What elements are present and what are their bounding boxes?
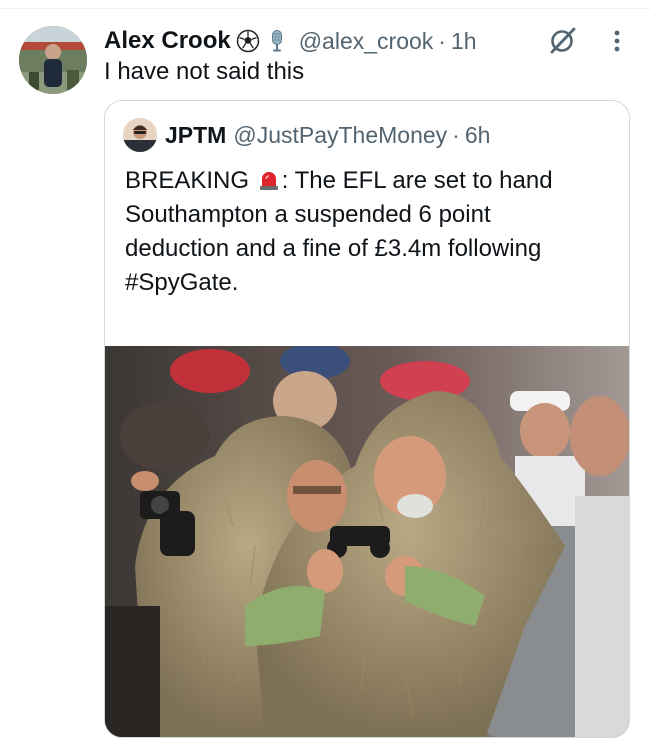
quoted-tweet-header: JPTM @JustPayTheMoney · 6h [123, 117, 490, 153]
tweet-header: Alex Crook @alex_crook · 1h [104, 24, 477, 58]
grok-icon[interactable] [548, 25, 578, 55]
author-name[interactable]: Alex Crook [104, 27, 231, 55]
quoted-tweet-photo[interactable] [105, 346, 629, 737]
quoted-text-line-3: deduction and a fine of £3.4m following [125, 235, 542, 262]
separator-dot: · [452, 121, 460, 148]
quoted-tweet-text: BREAKING : The EFL are set to hand South… [125, 164, 615, 300]
top-divider [0, 8, 651, 9]
avatar[interactable] [19, 26, 87, 94]
quoted-author-handle[interactable]: @JustPayTheMoney [233, 122, 447, 149]
quoted-text-line-4[interactable]: #SpyGate. [125, 266, 615, 300]
breaking-label: BREAKING [125, 167, 250, 194]
more-options-icon[interactable] [607, 28, 627, 54]
quoted-author-name[interactable]: JPTM [165, 122, 226, 149]
quoted-tweet-card[interactable]: JPTM @JustPayTheMoney · 6h BREAKING : Th… [104, 100, 630, 738]
timestamp[interactable]: 1h [451, 28, 477, 55]
photo-illustration [105, 346, 629, 737]
microphone-icon [265, 29, 289, 53]
author-handle[interactable]: @alex_crook [299, 28, 434, 55]
quoted-text-line-1: : The EFL are set to hand [281, 167, 553, 194]
tweet-text: I have not said this [104, 58, 305, 85]
quoted-avatar[interactable] [123, 118, 157, 152]
soccer-ball-icon [236, 29, 260, 53]
quoted-timestamp[interactable]: 6h [465, 122, 491, 149]
quoted-text-line-2: Southampton a suspended 6 point [125, 201, 491, 228]
separator-dot: · [438, 27, 446, 54]
siren-icon [258, 167, 280, 190]
